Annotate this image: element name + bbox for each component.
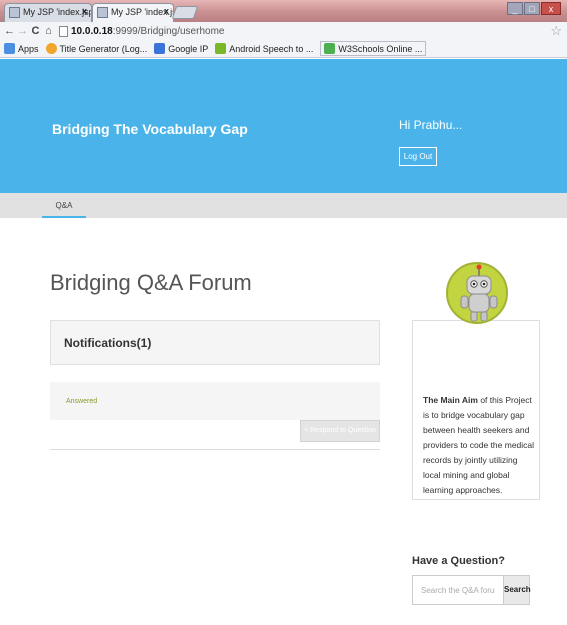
aim-bold-label: The Main Aim (423, 395, 478, 405)
address-bar[interactable]: 10.0.0.18 :9999/Bridging/userhome (59, 25, 225, 37)
bookmark-title-generator[interactable]: Title Generator (Log... (45, 43, 148, 54)
title-generator-icon (45, 43, 57, 54)
robot-mascot-icon (446, 262, 508, 324)
reload-icon[interactable]: C (29, 25, 42, 37)
logout-button[interactable]: Log Out (399, 147, 437, 166)
bookmark-label: Android Speech to ... (229, 43, 314, 54)
bookmark-android-speech[interactable]: Android Speech to ... (215, 43, 313, 54)
page-favicon-icon (97, 7, 108, 18)
w3schools-icon (324, 43, 336, 54)
answered-status-label: Answered (66, 398, 98, 405)
aim-description: of this Project is to bridge vocabulary … (423, 395, 535, 495)
project-aim-text: The Main Aim of this Project is to bridg… (423, 393, 535, 498)
page-icon (59, 25, 68, 37)
browser-tab-strip: My JSP 'index.jsp' starting x My JSP 'in… (0, 0, 567, 22)
search-input[interactable] (412, 575, 504, 605)
tab-qa[interactable]: Q&A (42, 193, 86, 218)
bookmarks-bar: Apps Title Generator (Log... Google IP A… (0, 40, 567, 58)
question-list-item: Answered + Respond to Question (50, 382, 380, 450)
maximize-button[interactable]: □ (524, 2, 540, 15)
close-tab-icon[interactable]: x (82, 6, 87, 16)
bookmark-label: Title Generator (Log... (59, 43, 148, 54)
bookmark-label: W3Schools Online ... (338, 43, 423, 54)
page-favicon-icon (9, 7, 20, 18)
notifications-label: Notifications(1) (64, 336, 152, 350)
browser-tab-2[interactable]: My JSP 'index.jsp' starting x (92, 3, 174, 22)
bookmark-apps[interactable]: Apps (4, 43, 39, 54)
bookmark-google-ip[interactable]: Google IP (154, 43, 208, 54)
minimize-button[interactable]: _ (507, 2, 523, 15)
bookmark-label: Apps (18, 43, 39, 54)
google-icon (154, 43, 166, 54)
window-controls: _ □ x (507, 2, 561, 15)
respond-to-question-button[interactable]: + Respond to Question (300, 420, 380, 442)
apps-grid-icon (4, 43, 15, 54)
site-brand[interactable]: Bridging The Vocabulary Gap (52, 121, 248, 137)
notifications-panel[interactable]: Notifications(1) (50, 320, 380, 365)
sub-navigation: Q&A (0, 193, 567, 218)
robot-illustration (460, 264, 498, 322)
bookmark-label: Google IP (168, 43, 209, 54)
url-host: 10.0.0.18 (71, 25, 113, 37)
browser-toolbar: ← → C ⌂ 10.0.0.18 :9999/Bridging/userhom… (0, 22, 567, 40)
url-path: :9999/Bridging/userhome (112, 25, 225, 37)
ask-question-heading: Have a Question? (412, 555, 505, 567)
browser-tab-1[interactable]: My JSP 'index.jsp' starting x (4, 3, 92, 22)
user-greeting: Hi Prabhu... (399, 118, 463, 132)
android-icon (215, 43, 227, 54)
bookmark-star-icon[interactable]: ☆ (550, 23, 562, 39)
question-row[interactable]: Answered (50, 382, 380, 420)
home-icon[interactable]: ⌂ (42, 25, 55, 37)
close-tab-icon[interactable]: x (164, 6, 169, 16)
search-button[interactable]: Search (504, 575, 531, 605)
new-tab-button[interactable] (171, 6, 199, 19)
bookmark-w3schools[interactable]: W3Schools Online ... (320, 41, 427, 56)
back-arrow-icon[interactable]: ← (3, 25, 16, 37)
close-window-button[interactable]: x (541, 2, 561, 15)
project-aim-card: The Main Aim of this Project is to bridg… (412, 320, 540, 500)
forward-arrow-icon[interactable]: → (16, 25, 29, 37)
page-title: Bridging Q&A Forum (50, 270, 252, 295)
forum-search: Search (412, 575, 531, 605)
